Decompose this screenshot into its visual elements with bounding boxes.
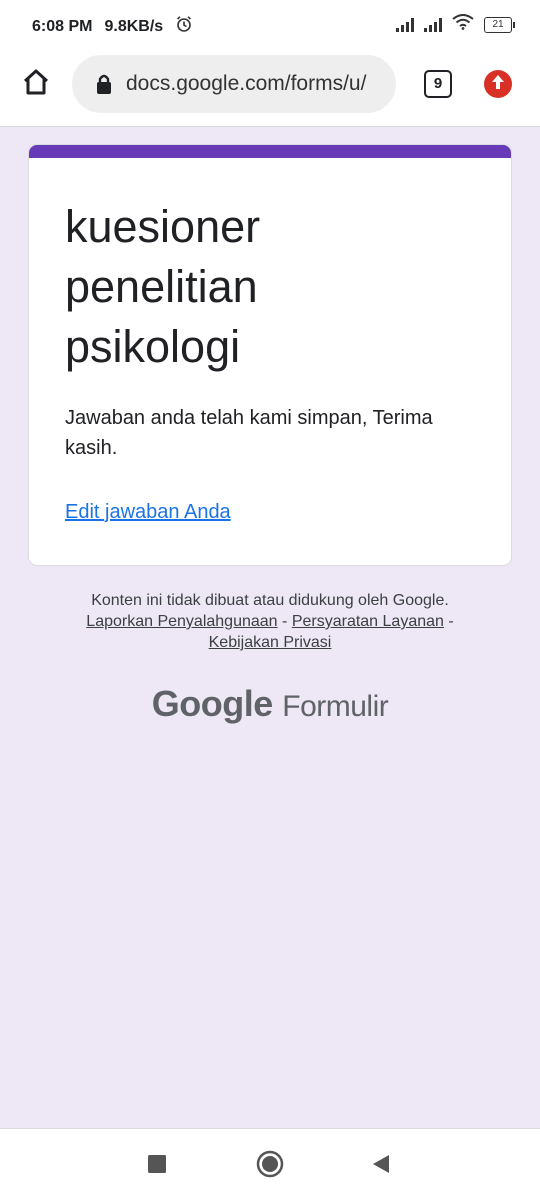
brand-product: Formulir [282, 690, 389, 723]
signal-icon [396, 17, 414, 32]
status-left: 6:08 PM 9.8KB/s [32, 15, 193, 38]
footer-links-row-1: Laporkan Penyalahgunaan - Persyaratan La… [0, 611, 540, 632]
tab-switcher-button[interactable]: 9 [424, 70, 452, 98]
google-forms-logo[interactable]: Google Formulir [0, 683, 540, 725]
edit-response-link[interactable]: Edit jawaban Anda [65, 501, 231, 524]
circle-icon [256, 1150, 284, 1183]
nav-home-button[interactable] [255, 1150, 285, 1183]
form-title: kuesioner penelitian psikologi [65, 201, 261, 372]
report-abuse-link[interactable]: Laporkan Penyalahgunaan [86, 613, 277, 630]
update-button[interactable] [484, 70, 512, 98]
status-time: 6:08 PM [32, 17, 93, 35]
signal-icon [424, 17, 442, 32]
back-triangle-icon [371, 1153, 391, 1180]
privacy-link[interactable]: Kebijakan Privasi [209, 634, 332, 651]
lock-icon [92, 72, 116, 96]
wifi-icon [452, 14, 474, 35]
browser-toolbar: docs.google.com/forms/u/ 9 [0, 50, 540, 127]
recents-button[interactable] [142, 1151, 172, 1181]
url-bar[interactable]: docs.google.com/forms/u/ [72, 55, 396, 113]
status-bar: 6:08 PM 9.8KB/s 21 [0, 0, 540, 50]
card-accent-bar [29, 145, 511, 158]
form-footer: Konten ini tidak dibuat atau didukung ol… [0, 590, 540, 653]
form-confirmation-card: kuesioner penelitian psikologi Jawaban a… [28, 144, 512, 566]
status-net-speed: 9.8KB/s [104, 17, 164, 35]
confirmation-message: Jawaban anda telah kami simpan, Terima k… [65, 407, 433, 459]
status-right: 21 [396, 14, 515, 35]
home-button[interactable] [18, 66, 54, 102]
terms-link[interactable]: Persyaratan Layanan [292, 613, 444, 630]
footer-separator: - [282, 613, 288, 630]
home-icon [21, 67, 51, 102]
alarm-icon [175, 15, 193, 38]
battery-icon: 21 [484, 16, 515, 33]
footer-links-row-2: Kebijakan Privasi [0, 632, 540, 653]
back-button[interactable] [366, 1151, 396, 1181]
brand-google: Google [151, 683, 274, 724]
system-nav-bar [0, 1128, 540, 1201]
disclaimer-text: Konten ini tidak dibuat atau didukung ol… [91, 592, 449, 609]
url-text[interactable]: docs.google.com/forms/u/ [126, 72, 366, 96]
footer-separator: - [448, 613, 454, 630]
square-icon [147, 1154, 167, 1179]
update-icon [490, 73, 506, 96]
